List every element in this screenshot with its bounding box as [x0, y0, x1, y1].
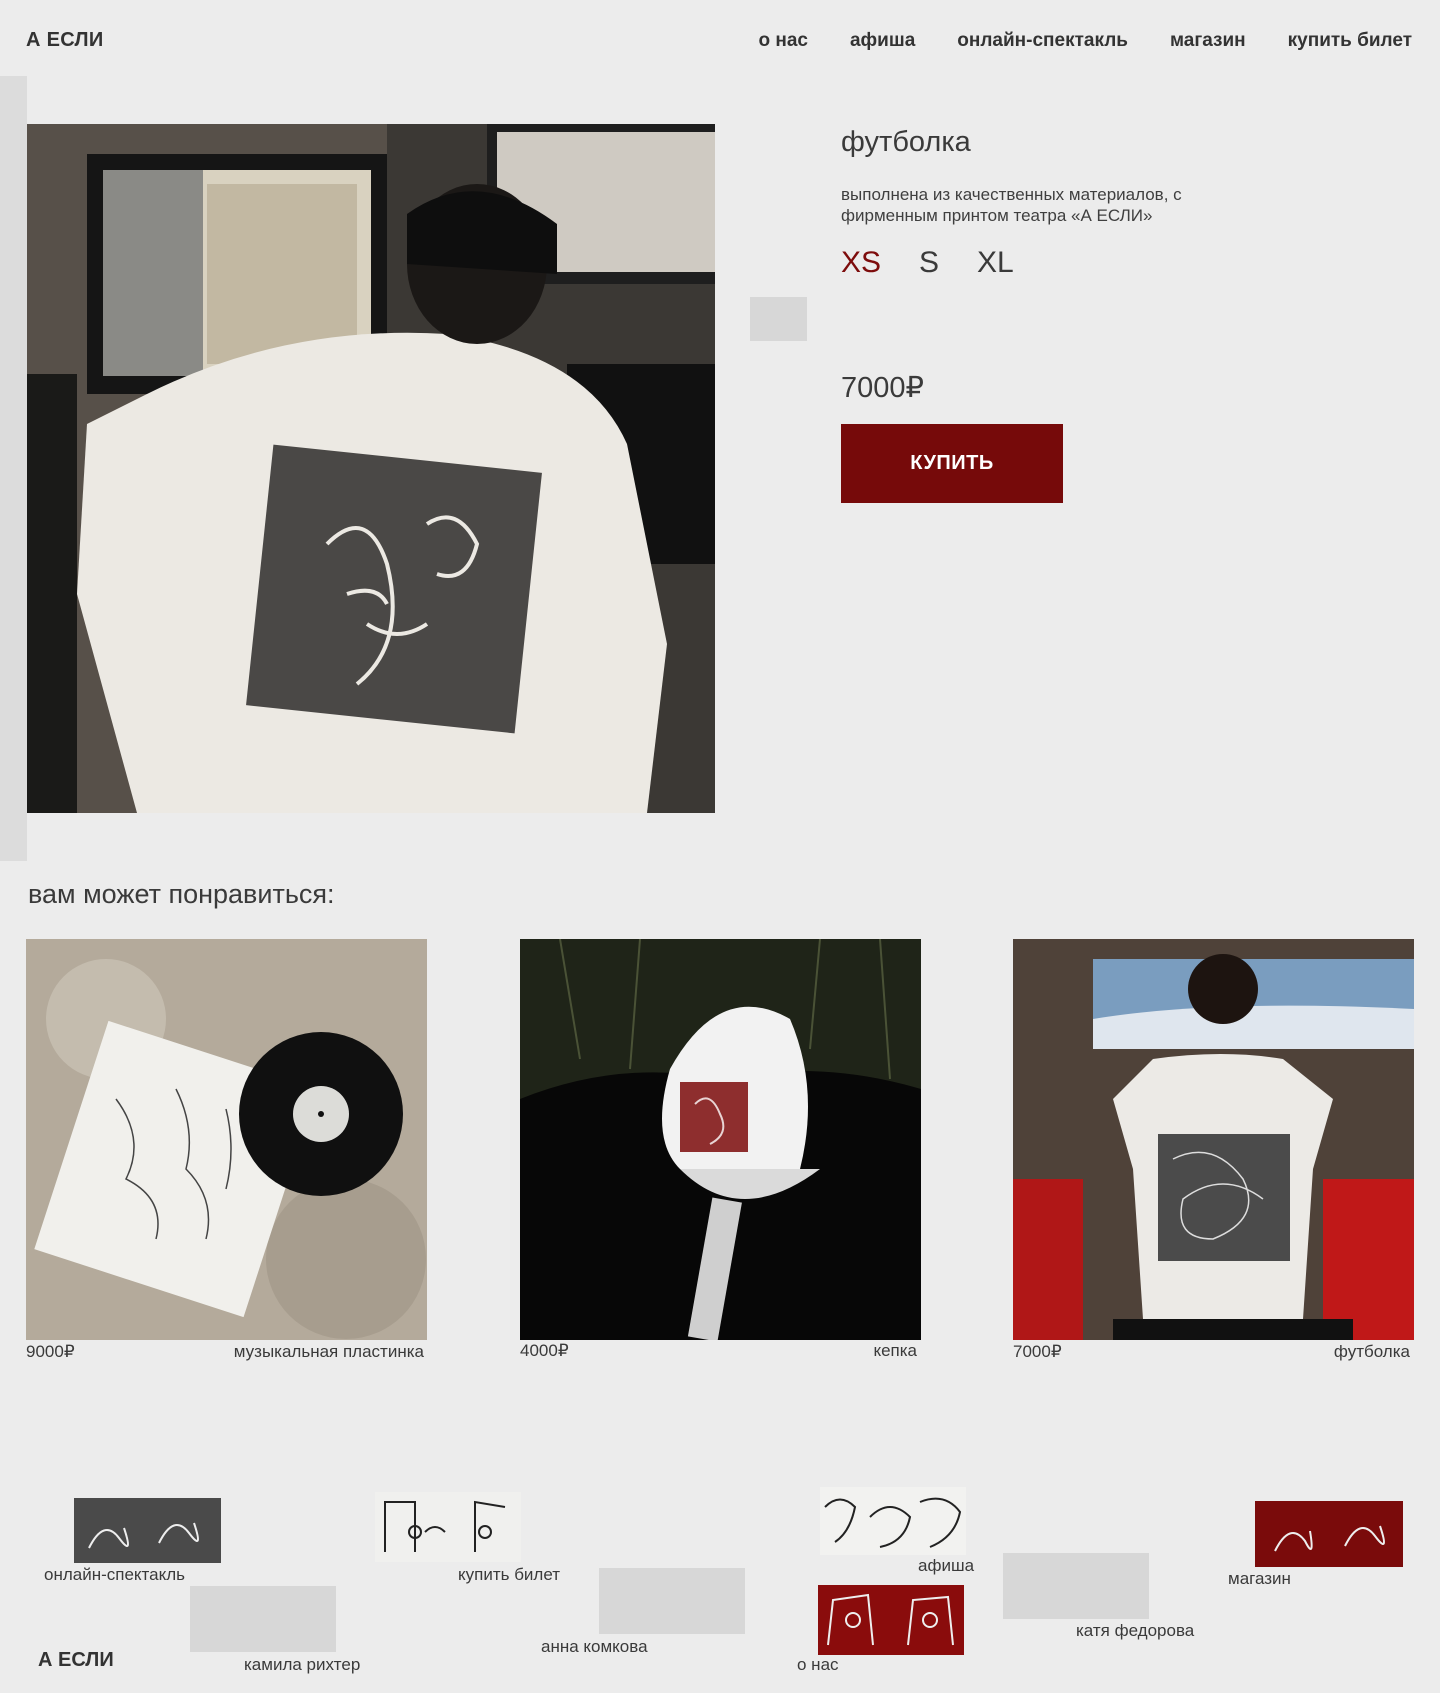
- size-option-s[interactable]: S: [919, 246, 939, 280]
- size-option-xs[interactable]: XS: [841, 246, 881, 280]
- footer-thumb-faces: [820, 1487, 966, 1555]
- author-photo-placeholder: [1003, 1553, 1149, 1619]
- related-item-price: 4000₽: [520, 1341, 569, 1360]
- footer-logo[interactable]: А ЕСЛИ: [38, 1649, 114, 1672]
- product-photo: [27, 124, 715, 813]
- footer-author-name: анна комкова: [541, 1637, 648, 1656]
- footer-link-afisha[interactable]: афиша: [918, 1556, 974, 1576]
- related-item-name[interactable]: музыкальная пластинка: [200, 1342, 424, 1362]
- related-item-tshirt-image[interactable]: [1013, 939, 1414, 1340]
- footer-author-name: камила рихтер: [244, 1655, 361, 1674]
- main-nav: о нас афиша онлайн-спектакль магазин куп…: [758, 30, 1412, 52]
- author-photo-placeholder: [599, 1568, 745, 1634]
- product-description: выполнена из качественных материалов, с …: [841, 185, 1182, 225]
- nav-shop[interactable]: магазин: [1170, 30, 1246, 52]
- side-strip: [0, 76, 27, 861]
- product-title: футболка: [841, 126, 971, 158]
- image-placeholder: [750, 297, 807, 341]
- nav-about[interactable]: о нас: [758, 30, 808, 52]
- related-item-name[interactable]: кепка: [700, 1341, 917, 1361]
- size-selector: XS S XL: [841, 246, 1014, 280]
- footer-thumb-dark: [74, 1498, 221, 1563]
- related-item-cap-image[interactable]: [520, 939, 921, 1340]
- footer-link-about[interactable]: о нас: [797, 1655, 839, 1675]
- footer-thumb-red: [1255, 1501, 1403, 1567]
- nav-online-show[interactable]: онлайн-спектакль: [957, 30, 1128, 52]
- nav-afisha[interactable]: афиша: [850, 30, 915, 52]
- author-photo-placeholder: [190, 1586, 336, 1652]
- footer-thumb-sketch: [375, 1492, 521, 1562]
- footer-link-shop[interactable]: магазин: [1228, 1569, 1291, 1589]
- size-option-xl[interactable]: XL: [977, 246, 1014, 280]
- footer-link-online-show[interactable]: онлайн-спектакль: [44, 1565, 185, 1585]
- related-item-name[interactable]: футболка: [1180, 1342, 1410, 1362]
- nav-buy-ticket[interactable]: купить билет: [1288, 30, 1412, 52]
- related-item-price: 7000₽: [1013, 1342, 1062, 1361]
- footer-author-name: катя федорова: [1076, 1621, 1195, 1640]
- site-logo[interactable]: А ЕСЛИ: [26, 29, 104, 52]
- related-item-vinyl-image[interactable]: [26, 939, 427, 1340]
- product-price: 7000₽: [841, 372, 924, 404]
- footer-thumb-red-faces: [818, 1585, 964, 1655]
- related-heading: вам может понравиться:: [28, 879, 335, 909]
- buy-button[interactable]: КУПИТЬ: [841, 424, 1063, 503]
- related-item-price: 9000₽: [26, 1342, 75, 1361]
- footer-link-buy-ticket[interactable]: купить билет: [458, 1565, 560, 1585]
